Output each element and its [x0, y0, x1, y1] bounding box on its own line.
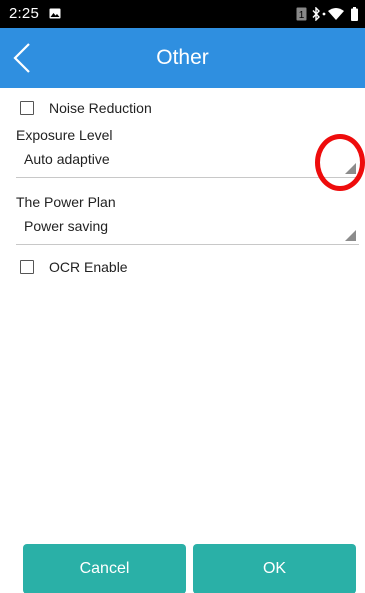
- ocr-enable-checkbox-row[interactable]: OCR Enable: [20, 256, 128, 278]
- ocr-enable-label: OCR Enable: [49, 259, 128, 275]
- exposure-level-label: Exposure Level: [16, 127, 113, 143]
- page-title: Other: [156, 46, 209, 69]
- app-bar: Other: [0, 28, 365, 88]
- status-time: 2:25: [9, 5, 39, 22]
- photo-notification-icon: [49, 8, 61, 19]
- ok-button[interactable]: OK: [193, 544, 356, 593]
- exposure-level-value: Auto adaptive: [24, 151, 110, 167]
- status-bar: 2:25 1: [0, 0, 365, 28]
- power-plan-label: The Power Plan: [16, 194, 116, 210]
- noise-reduction-checkbox-row[interactable]: Noise Reduction: [20, 97, 152, 119]
- sim-slot-number: 1: [299, 10, 305, 21]
- bluetooth-icon: [312, 7, 320, 21]
- noise-reduction-label: Noise Reduction: [49, 100, 152, 116]
- power-plan-dropdown[interactable]: Power saving: [16, 214, 359, 245]
- exposure-level-dropdown[interactable]: Auto adaptive: [16, 147, 359, 178]
- ocr-enable-checkbox[interactable]: [20, 260, 34, 274]
- annotation-circle: [315, 134, 365, 191]
- data-activity-icon: [322, 12, 326, 16]
- cancel-button[interactable]: Cancel: [23, 544, 186, 593]
- power-plan-value: Power saving: [24, 218, 109, 234]
- sim-icon: 1: [296, 7, 307, 21]
- battery-icon: [351, 7, 358, 21]
- wifi-icon: [328, 8, 344, 20]
- dropdown-arrow-icon: [345, 230, 356, 241]
- noise-reduction-checkbox[interactable]: [20, 101, 34, 115]
- back-button[interactable]: [2, 36, 46, 80]
- chevron-left-icon: [13, 43, 30, 73]
